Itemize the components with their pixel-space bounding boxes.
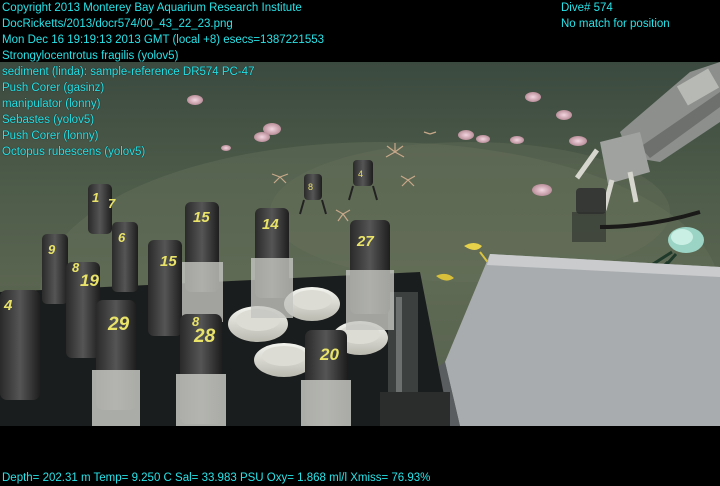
annotation-label: Sebastes (yolov5) xyxy=(2,114,95,126)
tube-label: 8 xyxy=(192,314,200,329)
image-path: DocRicketts/2013/docr574/00_43_22_23.png xyxy=(2,18,233,30)
tube-label: 6 xyxy=(118,230,126,245)
tube-label: 29 xyxy=(107,314,130,335)
tube-label: 4 xyxy=(3,297,13,314)
annotation-label: Octopus rubescens (yolov5) xyxy=(2,146,146,158)
telemetry-bar: Depth= 202.31 m Temp= 9.250 C Sal= 33.98… xyxy=(2,472,431,484)
copyright-line: Copyright 2013 Monterey Bay Aquarium Res… xyxy=(2,2,302,14)
tube-label: 8 xyxy=(72,260,80,275)
annotation-label: Push Corer (gasinz) xyxy=(2,82,105,94)
tube-label: 27 xyxy=(356,233,374,250)
tube-label: 15 xyxy=(160,253,177,270)
svg-text:4: 4 xyxy=(358,169,363,179)
tube-label: 15 xyxy=(193,209,210,226)
annotation-label: sediment (linda): sample-reference DR574… xyxy=(2,66,255,78)
position-status: No match for position xyxy=(561,18,670,30)
tube-label: 28 xyxy=(193,326,216,347)
tube-label: 7 xyxy=(108,196,116,211)
tube-label: 9 xyxy=(48,242,56,257)
annotation-label: Push Corer (lonny) xyxy=(2,130,99,142)
dive-info: Dive# 574 No match for position xyxy=(561,0,670,32)
annotation-label: manipulator (lonny) xyxy=(2,98,101,110)
tube-label: 19 xyxy=(80,271,99,290)
dive-number: Dive# 574 xyxy=(561,2,613,14)
tube-label: 1 xyxy=(92,190,99,205)
tube-label: 14 xyxy=(262,216,279,233)
timestamp: Mon Dec 16 19:19:13 2013 GMT (local +8) … xyxy=(2,34,324,46)
annotation-label: Strongylocentrotus fragilis (yolov5) xyxy=(2,50,179,62)
tube-label: 20 xyxy=(319,345,339,364)
svg-text:8: 8 xyxy=(308,182,313,192)
annotation-overlay: Copyright 2013 Monterey Bay Aquarium Res… xyxy=(2,0,324,160)
